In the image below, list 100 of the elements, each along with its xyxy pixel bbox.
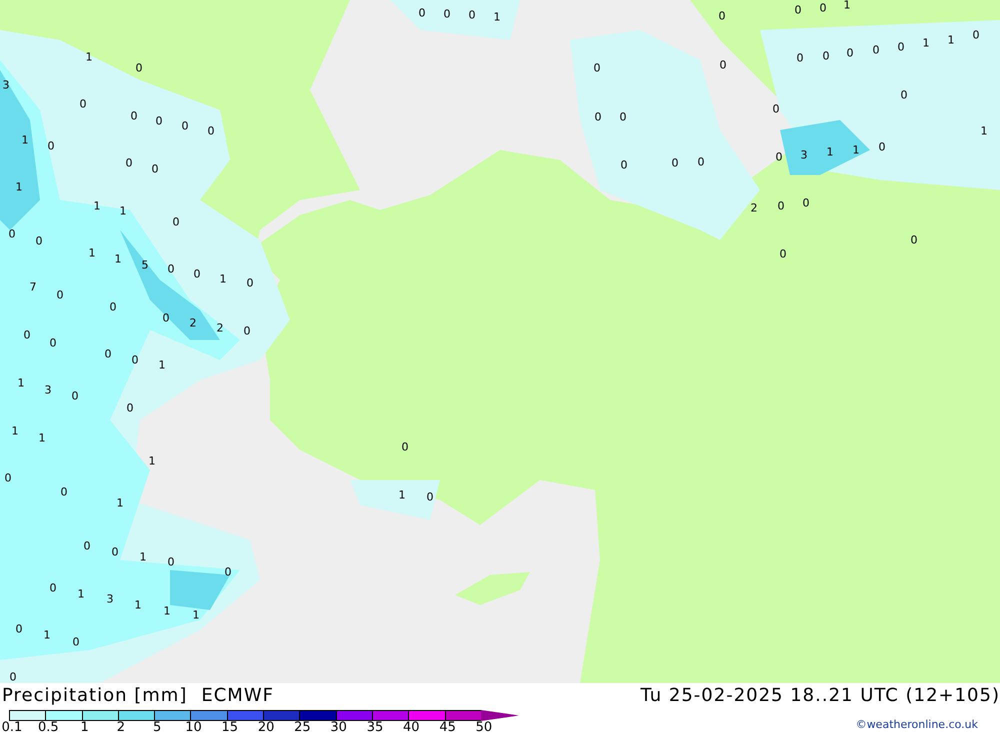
precipitation-value: 1 <box>826 146 834 158</box>
precipitation-value: 0 <box>60 486 68 498</box>
precipitation-value: 1 <box>164 606 170 616</box>
precipitation-value: 0 <box>772 104 780 114</box>
precipitation-value: 1 <box>398 490 406 500</box>
precipitation-value: 0 <box>126 158 132 168</box>
precipitation-value: 1 <box>78 588 84 600</box>
precipitation-value: 0 <box>72 390 78 402</box>
precipitation-value: 3 <box>2 80 10 90</box>
precipitation-value: 0 <box>24 330 30 340</box>
precipitation-value: 0 <box>136 62 142 74</box>
precipitation-value: 2 <box>216 322 224 334</box>
legend-tick-label: 40 <box>403 721 420 733</box>
precipitation-value: 0 <box>698 156 704 168</box>
legend-tick-label: 45 <box>439 721 456 733</box>
precipitation-value: 0 <box>426 492 434 502</box>
model-name: ECMWF <box>201 685 274 706</box>
precipitation-value: 0 <box>156 116 162 126</box>
precipitation-value: 1 <box>948 34 954 46</box>
precipitation-value: 7 <box>30 282 36 292</box>
precipitation-value: 1 <box>44 630 50 640</box>
precipitation-value: 1 <box>922 38 930 48</box>
precipitation-value: 1 <box>148 456 156 466</box>
precipitation-value: 1 <box>844 0 850 10</box>
precipitation-value: 2 <box>750 202 758 214</box>
precipitation-value: 3 <box>106 594 114 604</box>
precipitation-value: 0 <box>846 48 854 58</box>
precipitation-value: 0 <box>130 110 138 122</box>
precipitation-value: 0 <box>720 60 726 70</box>
chart-title: Precipitation [mm] <box>2 685 188 706</box>
precipitation-value: 5 <box>142 260 148 270</box>
legend-tick-label: 0.5 <box>38 721 59 733</box>
precipitation-value: 0 <box>620 160 628 170</box>
legend-tick-label: 25 <box>294 721 311 733</box>
precipitation-value: 1 <box>86 52 92 62</box>
precipitation-value: 0 <box>126 402 134 414</box>
precipitation-value: 0 <box>794 4 802 16</box>
precipitation-value: 2 <box>190 318 196 328</box>
precipitation-value: 0 <box>48 140 54 152</box>
precipitation-value: 0 <box>822 50 830 62</box>
precipitation-value: 0 <box>972 30 980 40</box>
precipitation-value: 0 <box>152 164 158 174</box>
precipitation-value: 0 <box>110 302 116 312</box>
precipitation-value: 0 <box>594 112 602 122</box>
legend-tick-label: 1 <box>80 721 89 733</box>
precipitation-value: 1 <box>192 610 200 620</box>
precipitation-value: 0 <box>50 338 56 348</box>
precipitation-value: 0 <box>246 278 254 288</box>
precipitation-value: 0 <box>780 248 786 260</box>
precipitation-value: 0 <box>418 8 426 18</box>
precipitation-value: 0 <box>878 142 886 152</box>
credit-link[interactable]: ©weatheronline.co.uk <box>856 718 978 731</box>
precipitation-value: 0 <box>80 98 86 110</box>
precipitation-value: 0 <box>10 672 16 682</box>
legend-tick-label: 2 <box>116 721 126 733</box>
precipitation-value: 0 <box>620 112 626 122</box>
precipitation-value: 1 <box>18 378 24 388</box>
precipitation-value: 0 <box>182 120 188 132</box>
legend-tick-label: 20 <box>258 721 274 733</box>
precipitation-value: 0 <box>112 546 118 558</box>
precipitation-value: 0 <box>802 198 810 208</box>
legend-tick-label: 15 <box>222 721 238 733</box>
legend-tick-label: 50 <box>476 721 492 733</box>
precipitation-value: 1 <box>12 426 18 436</box>
precipitation-value: 0 <box>72 636 80 648</box>
precipitation-value: 0 <box>168 556 174 568</box>
legend-tick-label: 10 <box>185 721 202 733</box>
precipitation-value: 0 <box>168 264 174 274</box>
valid-time: Tu 25-02-2025 18..21 UTC (12+105) <box>640 685 1000 706</box>
precipitation-value: 0 <box>84 540 90 552</box>
precipitation-value: 0 <box>672 158 678 168</box>
precipitation-value: 0 <box>224 566 232 578</box>
precipitation-value: 0 <box>4 472 12 484</box>
precipitation-value: 0 <box>172 216 180 228</box>
precipitation-value: 0 <box>900 90 908 100</box>
precipitation-value: 1 <box>38 432 46 444</box>
legend-tick-label: 5 <box>153 721 162 733</box>
precipitation-value: 0 <box>796 52 804 64</box>
precipitation-value: 1 <box>94 200 100 212</box>
precipitation-value: 0 <box>468 10 476 20</box>
precipitation-value: 1 <box>114 254 122 264</box>
precipitation-value: 0 <box>820 2 826 14</box>
legend-tick-label: 35 <box>366 721 384 733</box>
precipitation-value: 0 <box>872 44 880 56</box>
precipitation-value: 0 <box>594 62 600 74</box>
precipitation-value: 1 <box>134 600 142 610</box>
precipitation-value: 0 <box>50 582 56 594</box>
precipitation-value: 0 <box>104 348 112 360</box>
precipitation-value: 0 <box>36 236 42 246</box>
precipitation-value: 1 <box>22 134 28 146</box>
precipitation-value: 1 <box>220 274 226 284</box>
precipitation-value: 0 <box>16 624 22 634</box>
precipitation-value: 0 <box>778 200 784 212</box>
precipitation-value: 0 <box>402 442 408 452</box>
precipitation-value: 0 <box>444 8 450 20</box>
precipitation-value: 0 <box>162 312 170 324</box>
precipitation-value: 1 <box>494 12 500 22</box>
legend-tick-label: 30 <box>330 721 347 733</box>
precipitation-value: 0 <box>244 326 250 336</box>
precipitation-value: 0 <box>8 228 16 240</box>
